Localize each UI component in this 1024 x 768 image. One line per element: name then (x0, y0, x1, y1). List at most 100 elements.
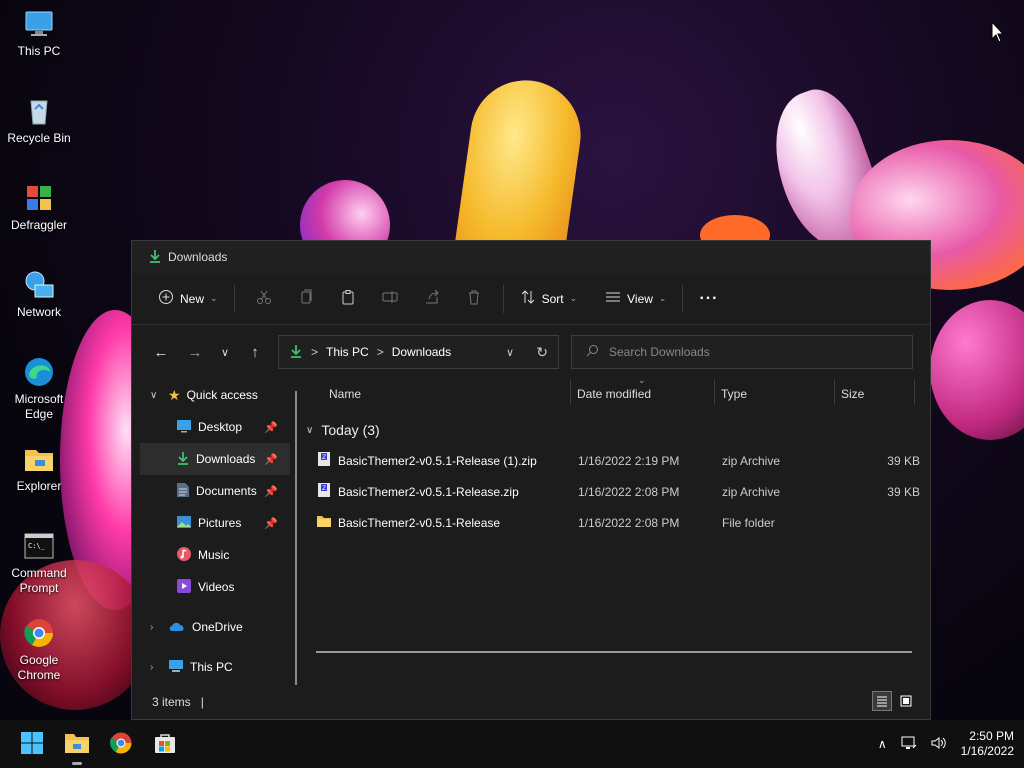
pictures-icon (176, 515, 192, 532)
desktop-icon-edge[interactable]: Microsoft Edge (4, 356, 74, 422)
file-name: BasicThemer2-v0.5.1-Release.zip (338, 484, 519, 499)
documents-icon (176, 482, 190, 501)
cut-button[interactable] (249, 283, 279, 315)
details-view-button[interactable] (872, 691, 892, 711)
copy-button[interactable] (291, 283, 321, 315)
column-name[interactable]: Name (329, 387, 361, 401)
plus-circle-icon (158, 289, 174, 308)
chevron-down-icon: ⌄ (210, 293, 218, 303)
more-options-button[interactable]: ··· (691, 283, 726, 315)
nav-quick-access[interactable]: ∨ ★ Quick access (140, 379, 290, 411)
nav-item-music[interactable]: Music (140, 539, 290, 571)
search-input[interactable]: Search Downloads (609, 345, 710, 359)
share-button[interactable] (417, 283, 447, 315)
nav-item-documents[interactable]: Documents 📌 (140, 475, 290, 507)
show-hidden-icons-button[interactable]: ∧ (878, 737, 887, 751)
file-date: 1/16/2022 2:19 PM (578, 453, 680, 468)
videos-icon (176, 578, 192, 597)
table-row[interactable]: Z BasicThemer2-v0.5.1-Release (1).zip 1/… (300, 445, 922, 476)
back-button[interactable]: ← (146, 337, 176, 367)
breadcrumb-this-pc[interactable]: This PC (326, 345, 369, 359)
desktop-icon-explorer[interactable]: Explorer (4, 443, 74, 494)
store-icon (153, 731, 177, 758)
desktop-icon-cmd[interactable]: C:\_ Command Prompt (4, 530, 74, 596)
start-button[interactable] (16, 728, 48, 760)
clock[interactable]: 2:50 PM 1/16/2022 (961, 729, 1014, 759)
column-date-modified[interactable]: Date modified (577, 387, 651, 401)
desktop-icon-recycle-bin[interactable]: Recycle Bin (4, 95, 74, 146)
forward-button[interactable]: → (180, 337, 210, 367)
column-divider[interactable] (834, 379, 835, 405)
up-button[interactable]: ↑ (240, 337, 270, 367)
file-size: 39 KB (887, 453, 920, 468)
chevron-up-icon: ∧ (877, 737, 887, 751)
taskbar-file-explorer[interactable] (61, 728, 93, 765)
nav-item-pictures[interactable]: Pictures 📌 (140, 507, 290, 539)
breadcrumb-downloads[interactable]: Downloads (392, 345, 451, 359)
wallpaper-shape (930, 300, 1024, 440)
divider (502, 284, 504, 313)
desktop-icon-label: Microsoft Edge (14, 392, 64, 421)
navigation-row: ← → ∨ ↑ > This PC > Downloads ∨ ↻ Search… (132, 325, 930, 379)
status-bar: 3 items | (132, 685, 930, 719)
nav-scrollbar[interactable] (295, 391, 297, 691)
desktop-icon-label: Google Chrome (17, 653, 61, 682)
command-bar: New ⌄ Sort ⌄ View ⌄ ··· (132, 273, 930, 325)
zip-icon: Z (316, 451, 332, 470)
column-divider[interactable] (914, 379, 915, 405)
nav-item-downloads[interactable]: Downloads 📌 (140, 443, 290, 475)
column-divider[interactable] (714, 379, 715, 405)
chevron-down-icon: ⌄ (658, 293, 667, 303)
column-divider[interactable] (570, 379, 571, 405)
taskbar-store[interactable] (149, 728, 181, 760)
view-icon (605, 289, 621, 308)
rename-button[interactable] (375, 283, 405, 315)
desktop-icon-chrome[interactable]: Google Chrome (4, 617, 74, 683)
paste-button[interactable] (333, 283, 363, 315)
download-icon (148, 249, 162, 266)
trash-icon (466, 289, 482, 308)
pin-icon: 📌 (264, 485, 278, 498)
network-status-icon[interactable] (901, 736, 917, 753)
horizontal-scrollbar[interactable] (316, 651, 912, 653)
clock-time: 2:50 PM (969, 729, 1014, 743)
nav-onedrive[interactable]: › OneDrive (140, 611, 290, 643)
pin-icon: 📌 (264, 421, 278, 434)
delete-button[interactable] (459, 283, 489, 315)
nav-item-desktop[interactable]: Desktop 📌 (140, 411, 290, 443)
active-indicator (72, 762, 82, 765)
system-tray: ∧ 2:50 PM 1/16/2022 (878, 720, 1014, 768)
address-bar[interactable]: > This PC > Downloads ∨ ↻ (278, 335, 559, 369)
desktop-icon-network[interactable]: Network (4, 269, 74, 320)
nav-this-pc[interactable]: › This PC (140, 651, 290, 683)
view-button[interactable]: View ⌄ (597, 283, 674, 315)
table-row[interactable]: Z BasicThemer2-v0.5.1-Release.zip 1/16/2… (300, 476, 922, 507)
sort-button[interactable]: Sort ⌄ (512, 283, 586, 315)
group-label: Today (3) (321, 422, 380, 438)
refresh-button[interactable]: ↻ (536, 344, 548, 361)
table-row[interactable]: BasicThemer2-v0.5.1-Release 1/16/2022 2:… (300, 507, 922, 538)
taskbar-chrome[interactable] (105, 728, 137, 760)
group-header-today[interactable]: ∨ Today (3) (300, 415, 922, 445)
folder-icon (23, 443, 55, 475)
view-toggle (872, 691, 916, 711)
desktop-icon-label: Recycle Bin (7, 131, 71, 145)
nav-item-videos[interactable]: Videos (140, 571, 290, 603)
search-box[interactable]: Search Downloads (571, 335, 913, 369)
title-bar[interactable]: Downloads (132, 241, 930, 273)
tiles-view-button[interactable] (896, 691, 916, 711)
desktop-icon-this-pc[interactable]: This PC (4, 8, 74, 59)
address-dropdown-button[interactable]: ∨ (506, 346, 514, 359)
desktop-icon-defraggler[interactable]: Defraggler (4, 182, 74, 233)
column-type[interactable]: Type (721, 387, 747, 401)
chevron-right-icon: › (150, 661, 154, 673)
clipboard-icon (340, 289, 356, 308)
desktop-icon-label: Network (16, 305, 61, 319)
explorer-body: ∨ ★ Quick access Desktop 📌 Downloads 📌 D… (132, 375, 930, 691)
recent-locations-button[interactable]: ∨ (210, 337, 240, 367)
volume-icon[interactable] (931, 736, 947, 753)
column-size[interactable]: Size (841, 387, 864, 401)
new-button[interactable]: New ⌄ (150, 283, 226, 315)
nav-item-label: Downloads (196, 452, 256, 466)
file-name-cell: BasicThemer2-v0.5.1-Release (316, 514, 500, 531)
